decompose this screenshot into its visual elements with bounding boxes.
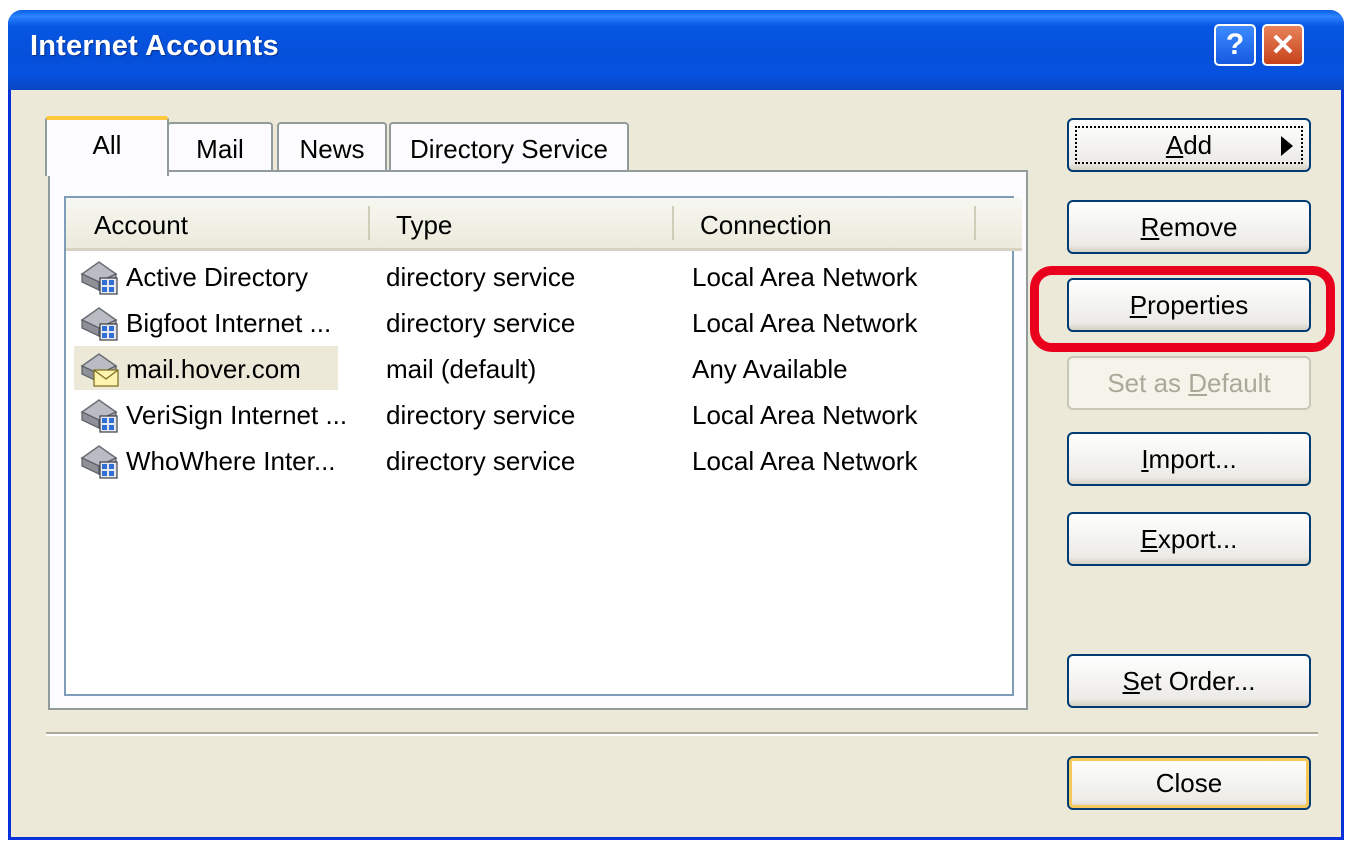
close-button[interactable]: Close [1067, 756, 1311, 810]
directory-service-icon [78, 258, 120, 296]
remove-button[interactable]: Remove [1067, 200, 1311, 254]
tab-all[interactable]: All [45, 116, 169, 176]
close-icon: ✕ [1270, 28, 1296, 62]
help-button[interactable]: ? [1214, 24, 1256, 66]
cell-connection: Local Area Network [692, 308, 918, 338]
set-as-default-button[interactable]: Set as Default [1067, 356, 1311, 410]
cell-account: Active Directory [126, 262, 309, 292]
help-icon: ? [1225, 28, 1245, 61]
list-item[interactable]: Bigfoot Internet ... directory service Loc… [66, 300, 1012, 346]
cell-type: directory service [386, 262, 576, 292]
cell-account: mail.hover.com [126, 354, 301, 384]
tab-panel: Account Type Connection Active Directory… [48, 170, 1028, 710]
internet-accounts-dialog: Internet Accounts ? ✕ All Mail News Dire… [8, 10, 1344, 840]
tab-label: Directory Service [410, 133, 608, 164]
tab-mail[interactable]: Mail [167, 122, 273, 174]
column-header-connection[interactable]: Connection [700, 210, 832, 241]
export-button[interactable]: Export... [1067, 512, 1311, 566]
list-header: Account Type Connection [66, 198, 1022, 251]
export-label: Export... [1140, 523, 1238, 554]
add-button[interactable]: Add [1067, 118, 1311, 172]
list-item[interactable]: Active Directory directory service Local A… [66, 254, 1012, 300]
focus-rectangle [1075, 126, 1303, 164]
set-order-label: Set Order... [1122, 665, 1256, 696]
close-window-button[interactable]: ✕ [1262, 24, 1304, 66]
cell-connection: Any Available [692, 354, 848, 384]
cell-connection: Local Area Network [692, 446, 918, 476]
properties-highlight-annotation [1030, 266, 1335, 352]
import-button[interactable]: Import... [1067, 432, 1311, 486]
set-as-default-label: Set as Default [1107, 367, 1271, 398]
column-divider[interactable] [974, 206, 976, 240]
tab-directory-service[interactable]: Directory Service [389, 122, 629, 174]
submenu-arrow-icon [1281, 136, 1293, 156]
window-title: Internet Accounts [30, 30, 279, 62]
tab-label: Mail [196, 133, 244, 164]
cell-type: mail (default) [386, 354, 537, 384]
cell-type: directory service [386, 446, 576, 476]
list-item[interactable]: VeriSign Internet ... directory service Lo… [66, 392, 1012, 438]
tab-news[interactable]: News [277, 122, 387, 174]
list-item[interactable]: WhoWhere Inter... directory service Local … [66, 438, 1012, 484]
cell-type: directory service [386, 400, 576, 430]
column-divider[interactable] [368, 206, 370, 240]
cell-type: directory service [386, 308, 576, 338]
column-divider[interactable] [672, 206, 674, 240]
list-item[interactable]: mail.hover.com mail (default) Any Availabl… [66, 346, 1012, 392]
remove-label: Remove [1140, 211, 1238, 242]
separator [46, 732, 1318, 736]
column-header-account[interactable]: Account [94, 210, 188, 241]
directory-service-icon [78, 396, 120, 434]
directory-service-icon [78, 304, 120, 342]
tab-label: News [299, 133, 365, 164]
cell-connection: Local Area Network [692, 262, 918, 292]
accounts-list[interactable]: Account Type Connection Active Directory… [64, 196, 1022, 696]
column-header-type[interactable]: Type [396, 210, 452, 241]
mail-account-icon [78, 350, 120, 388]
close-label: Close [1155, 767, 1223, 798]
cell-account: Bigfoot Internet ... [126, 308, 332, 338]
tab-label: All [92, 130, 122, 160]
directory-service-icon [78, 442, 120, 480]
cell-account: WhoWhere Inter... [126, 446, 336, 476]
cell-account: VeriSign Internet ... [126, 400, 348, 430]
title-bar[interactable]: Internet Accounts ? ✕ [8, 10, 1344, 90]
cell-connection: Local Area Network [692, 400, 918, 430]
import-label: Import... [1141, 443, 1237, 474]
set-order-button[interactable]: Set Order... [1067, 654, 1311, 708]
